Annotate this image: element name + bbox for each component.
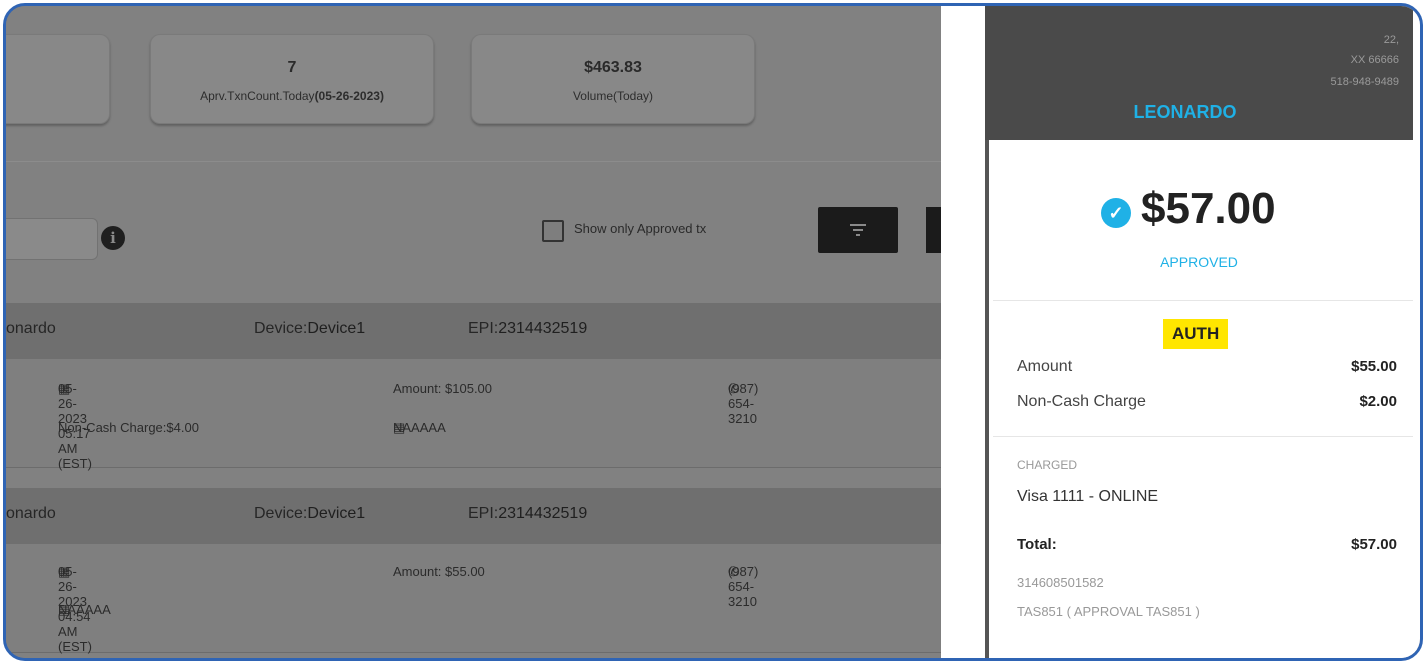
merchant-name: onardo <box>6 320 56 337</box>
receipt-header: 22, XX 66666 518-948-9489 LEONARDO <box>985 6 1413 140</box>
noncash-charge: Non-Cash Charge:$4.00 <box>58 420 199 435</box>
transaction-details[interactable]: ▦ 05-26-2023 05:17 AM (EST) Amount: $105.… <box>6 359 941 471</box>
search-input[interactable] <box>6 218 98 260</box>
txn-count-date: (05-26-2023) <box>314 89 384 103</box>
noncash-value: $2.00 <box>1359 393 1397 410</box>
phone-text: (987) 654-3210 <box>728 564 759 609</box>
transactions-page: 7 Aprv.TxnCount.Today(05-26-2023) $463.8… <box>6 6 946 658</box>
amount: Amount: $105.00 <box>393 381 493 396</box>
receipt-total-amount: $57.00 <box>1141 184 1276 233</box>
divider <box>993 300 1413 301</box>
info-icon[interactable]: i <box>101 226 125 250</box>
stat-card-txn-count: 7 Aprv.TxnCount.Today(05-26-2023) <box>150 34 434 124</box>
device-value: Device1 <box>307 505 366 522</box>
show-approved-label: Show only Approved tx <box>574 221 707 236</box>
txn-count-label-text: Aprv.TxnCount.Today <box>200 89 315 103</box>
check-icon: ✓ <box>1101 198 1131 228</box>
txn-count-value: 7 <box>287 59 297 76</box>
volume-value: $463.83 <box>584 59 642 76</box>
epi-prefix: EPI: <box>468 320 499 337</box>
merchant-title: LEONARDO <box>1133 102 1237 122</box>
screenshot-frame: 7 Aprv.TxnCount.Today(05-26-2023) $463.8… <box>3 3 1423 661</box>
epi-label: EPI:2314432519 <box>468 505 587 523</box>
transaction-details[interactable]: ▦ 05-26-2023 04:54 AM (EST) Amount: $55.0… <box>6 544 941 654</box>
approval-status: APPROVED <box>1160 254 1238 270</box>
total-value: $57.00 <box>1351 536 1397 553</box>
address-line1: 22, <box>1383 34 1399 46</box>
receipt-panel: 22, XX 66666 518-948-9489 LEONARDO ✓ $57… <box>941 6 1420 658</box>
card-text: NAAAAA <box>393 420 446 435</box>
transaction-header[interactable]: onardo Device:Device1 EPI:2314432519 <box>6 488 941 544</box>
auth-badge: AUTH <box>1163 319 1229 349</box>
amount-line: Amount $55.00 <box>1017 358 1397 376</box>
filter-button[interactable] <box>818 207 898 253</box>
filter-icon-line2 <box>853 229 863 231</box>
total-label: Total: <box>1017 536 1057 553</box>
epi-value: 2314432519 <box>498 505 588 522</box>
merchant-phone: 518-948-9489 <box>1330 76 1399 88</box>
transaction-header[interactable]: onardo Device:Device1 EPI:2314432519 <box>6 303 941 359</box>
device-label: Device:Device1 <box>254 505 365 523</box>
filter-icon <box>850 224 866 226</box>
reference-number: 314608501582 <box>1017 575 1104 590</box>
noncash-line: Non-Cash Charge $2.00 <box>1017 393 1397 411</box>
card-text: NAAAAA <box>58 602 111 617</box>
epi-label: EPI:2314432519 <box>468 320 587 338</box>
amount-label: Amount <box>1017 358 1073 375</box>
filter-icon-line3 <box>856 234 860 236</box>
phone-text: (987) 654-3210 <box>728 381 759 426</box>
divider <box>6 161 941 162</box>
show-approved-checkbox[interactable] <box>542 220 564 242</box>
approval-code: TAS851 ( APPROVAL TAS851 ) <box>1017 604 1200 619</box>
stat-card-volume: $463.83 Volume(Today) <box>471 34 755 124</box>
noncash-label: Non-Cash Charge <box>1017 393 1146 410</box>
merchant-name: onardo <box>6 505 56 522</box>
txn-count-label: Aprv.TxnCount.Today(05-26-2023) <box>151 89 433 103</box>
card-used: Visa 1111 - ONLINE <box>1017 488 1159 505</box>
volume-label: Volume(Today) <box>572 89 654 103</box>
address-line2: XX 66666 <box>1350 54 1399 66</box>
epi-prefix: EPI: <box>468 505 499 522</box>
amount-value: $55.00 <box>1351 358 1397 375</box>
device-value: Device1 <box>307 320 366 337</box>
divider <box>993 436 1413 437</box>
device-prefix: Device: <box>254 505 308 522</box>
amount: Amount: $55.00 <box>393 564 485 579</box>
device-prefix: Device: <box>254 320 308 337</box>
stat-card-hidden <box>6 34 110 124</box>
charged-label: CHARGED <box>1017 458 1078 472</box>
total-line: Total: $57.00 <box>1017 536 1397 554</box>
receipt-body: ✓ $57.00 APPROVED AUTH Amount $55.00 Non… <box>985 140 1417 658</box>
epi-value: 2314432519 <box>498 320 588 337</box>
device-label: Device:Device1 <box>254 320 365 338</box>
